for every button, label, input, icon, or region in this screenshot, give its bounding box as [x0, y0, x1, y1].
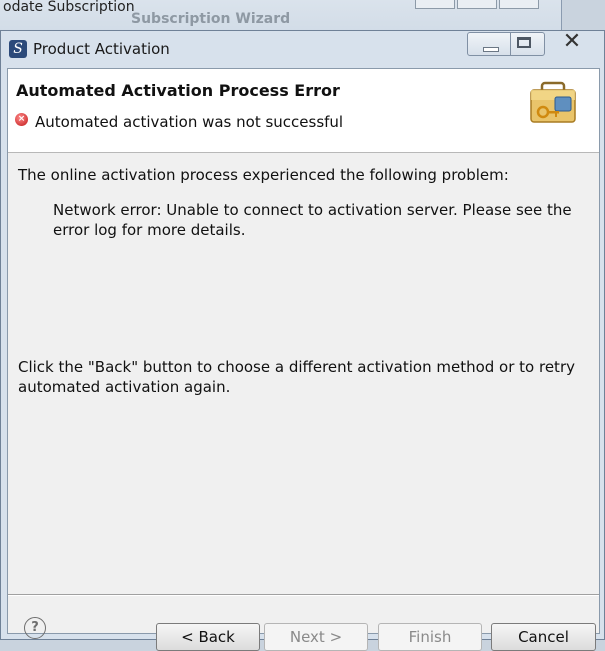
briefcase-key-icon: [530, 81, 576, 123]
minimize-icon: [483, 47, 499, 52]
background-close-button[interactable]: [499, 0, 539, 9]
app-logo-icon: S: [9, 40, 27, 58]
wizard-header: Automated Activation Process Error × Aut…: [8, 69, 599, 153]
dialog-titlebar[interactable]: S Product Activation ✕: [1, 31, 604, 67]
product-activation-dialog: S Product Activation ✕ Automated Activat…: [0, 30, 605, 651]
background-window-title: odate Subscription: [3, 0, 135, 15]
help-icon[interactable]: ?: [24, 617, 46, 639]
minimize-button[interactable]: [474, 33, 504, 55]
next-button[interactable]: Next >: [264, 623, 368, 651]
background-minimize-button[interactable]: [415, 0, 455, 9]
maximize-button[interactable]: [510, 33, 541, 55]
background-maximize-button[interactable]: [457, 0, 497, 9]
back-button[interactable]: < Back: [156, 623, 260, 651]
close-icon: ✕: [562, 29, 582, 54]
button-bar-divider: [8, 594, 599, 596]
maximize-icon: [517, 37, 531, 48]
dialog-title: Product Activation: [33, 40, 170, 58]
background-window-controls: [415, 0, 545, 13]
window-controls: [467, 32, 545, 56]
error-icon: ×: [15, 113, 28, 126]
close-button[interactable]: ✕: [549, 29, 595, 54]
status-message: Automated activation was not successful: [35, 113, 344, 131]
intro-text: The online activation process experience…: [18, 166, 509, 184]
finish-button[interactable]: Finish: [378, 623, 482, 651]
background-window-ghost-title: Subscription Wizard: [131, 11, 291, 27]
cancel-button[interactable]: Cancel: [491, 623, 596, 651]
instructions-text: Click the "Back" button to choose a diff…: [18, 358, 575, 396]
error-detail-text: Network error: Unable to connect to acti…: [53, 201, 572, 239]
dialog-client-area: Automated Activation Process Error × Aut…: [7, 68, 600, 651]
page-title: Automated Activation Process Error: [16, 81, 340, 100]
